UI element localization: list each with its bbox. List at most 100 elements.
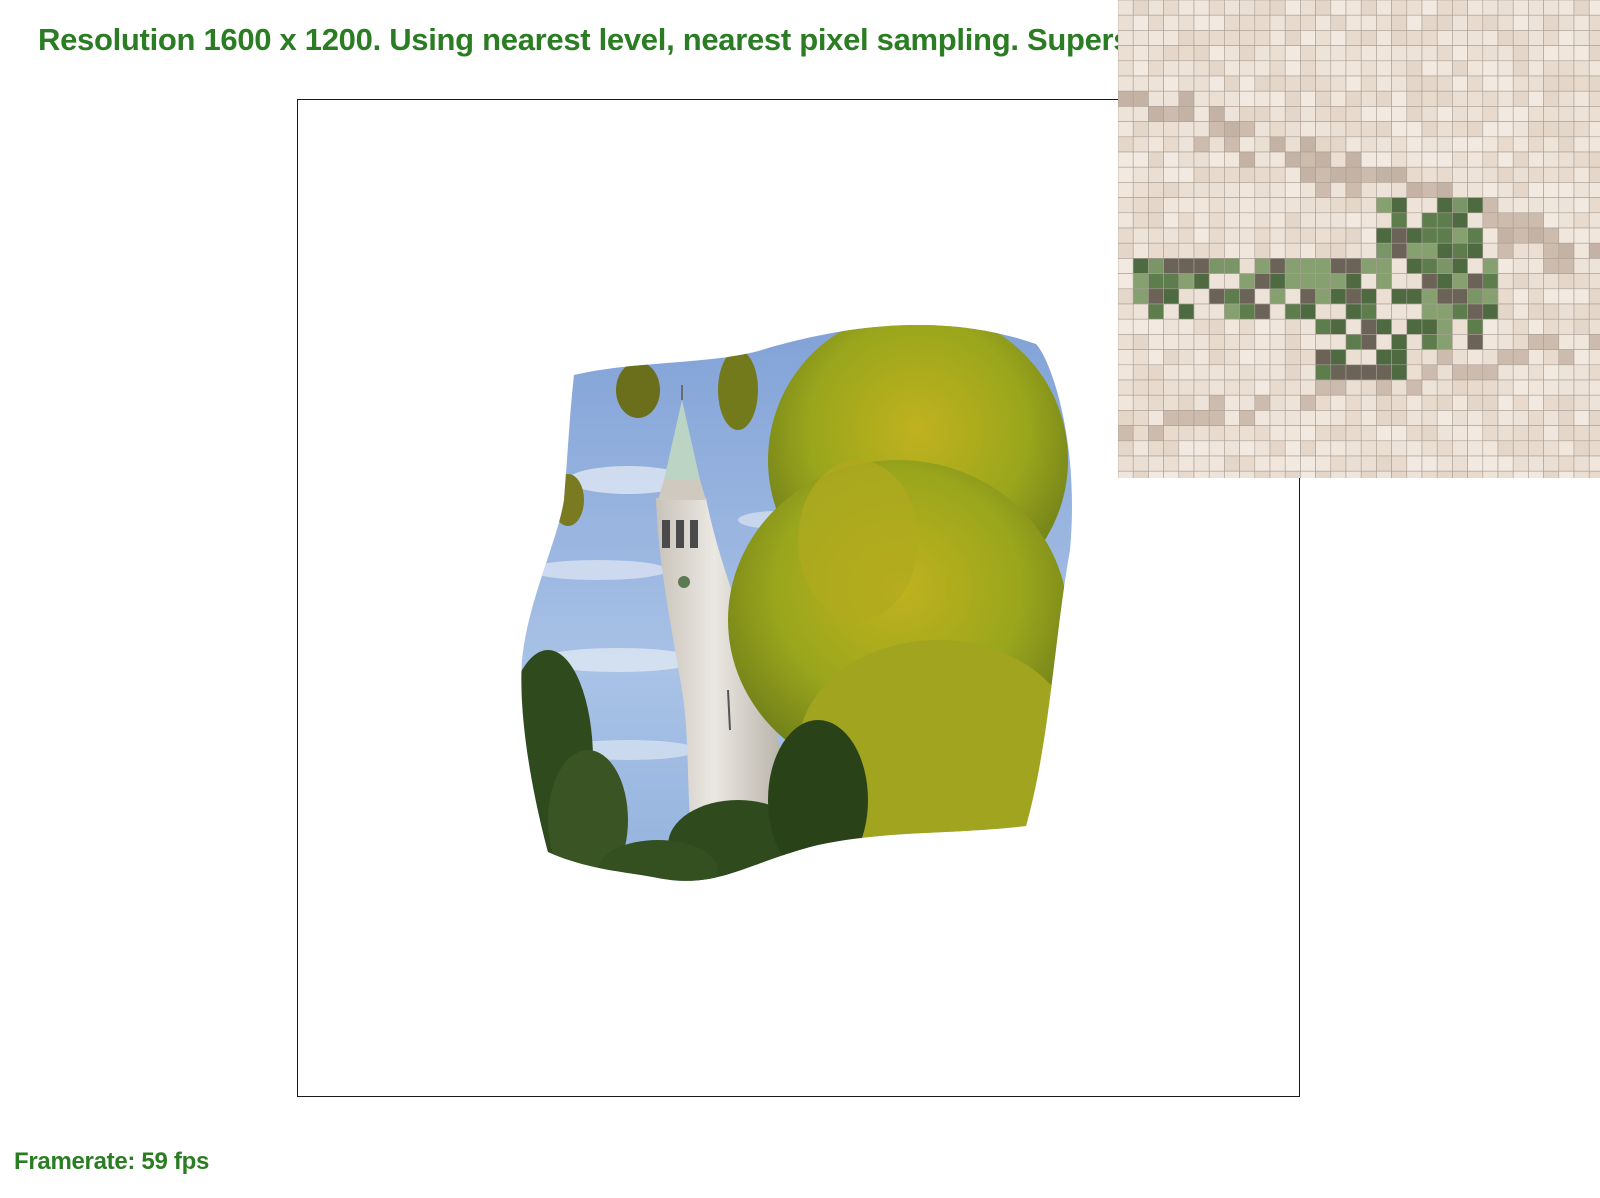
zoom-pixel xyxy=(1543,90,1560,107)
zoom-pixel xyxy=(1482,455,1499,472)
zoom-pixel xyxy=(1543,212,1560,229)
zoom-pixel xyxy=(1178,425,1195,442)
zoom-pixel xyxy=(1588,0,1600,16)
zoom-pixel xyxy=(1269,364,1286,381)
zoom-pixel xyxy=(1254,258,1271,274)
zoom-pixel xyxy=(1543,394,1560,411)
zoom-pixel xyxy=(1239,45,1256,62)
zoom-pixel xyxy=(1512,90,1529,107)
zoom-pixel xyxy=(1239,440,1256,457)
zoom-pixel xyxy=(1239,425,1256,442)
zoom-pixel xyxy=(1421,334,1438,350)
zoom-pixel xyxy=(1178,394,1195,411)
zoom-pixel xyxy=(1360,318,1377,335)
zoom-pixel xyxy=(1330,455,1347,472)
zoom-pixel xyxy=(1269,106,1286,122)
zoom-pixel xyxy=(1573,303,1590,320)
zoom-pixel xyxy=(1284,303,1301,320)
zoom-pixel xyxy=(1588,364,1600,381)
zoom-pixel xyxy=(1330,273,1347,290)
zoom-pixel xyxy=(1467,0,1484,16)
zoom-pixel xyxy=(1254,151,1271,168)
zoom-pixel xyxy=(1543,227,1560,244)
zoom-pixel xyxy=(1315,364,1332,381)
zoom-pixel xyxy=(1345,0,1362,16)
zoom-pixel xyxy=(1284,379,1301,396)
zoom-pixel xyxy=(1178,455,1195,472)
zoom-pixel xyxy=(1330,364,1347,381)
zoom-pixel xyxy=(1452,212,1468,229)
zoom-pixel xyxy=(1284,75,1301,92)
zoom-pixel xyxy=(1269,440,1286,457)
zoom-pixel xyxy=(1254,0,1271,16)
zoom-pixel xyxy=(1300,425,1316,442)
zoom-pixel xyxy=(1573,182,1590,198)
zoom-pixel xyxy=(1224,364,1240,381)
framerate-text: Framerate: 59 fps xyxy=(14,1148,209,1175)
zoom-pixel xyxy=(1345,318,1362,335)
zoom-pixel xyxy=(1269,75,1286,92)
zoom-pixel xyxy=(1360,166,1377,183)
zoom-pixel xyxy=(1345,121,1362,138)
zoom-pixel xyxy=(1269,212,1286,229)
zoom-pixel xyxy=(1148,182,1164,198)
zoom-pixel xyxy=(1588,425,1600,442)
zoom-pixel xyxy=(1376,136,1392,153)
zoom-pixel xyxy=(1391,379,1408,396)
zoom-pixel xyxy=(1284,364,1301,381)
zoom-pixel xyxy=(1193,45,1210,62)
zoom-pixel xyxy=(1452,455,1468,472)
zoom-pixel xyxy=(1543,455,1560,472)
zoom-pixel xyxy=(1345,455,1362,472)
zoom-pixel xyxy=(1300,197,1316,214)
zoom-pixel xyxy=(1467,106,1484,122)
zoom-pixel xyxy=(1330,258,1347,274)
zoom-pixel xyxy=(1588,60,1600,77)
zoom-pixel xyxy=(1345,303,1362,320)
zoom-pixel xyxy=(1436,334,1453,350)
zoom-pixel xyxy=(1573,258,1590,274)
zoom-pixel xyxy=(1178,318,1195,335)
zoom-pixel xyxy=(1467,45,1484,62)
zoom-pixel xyxy=(1284,14,1301,31)
zoom-pixel xyxy=(1421,106,1438,122)
zoom-pixel xyxy=(1315,394,1332,411)
zoom-pixel xyxy=(1193,14,1210,31)
zoom-pixel xyxy=(1543,182,1560,198)
zoom-pixel xyxy=(1269,455,1286,472)
zoom-pixel xyxy=(1512,334,1529,350)
zoom-pixel xyxy=(1132,14,1149,31)
zoom-pixel xyxy=(1588,273,1600,290)
zoom-pixel xyxy=(1452,90,1468,107)
zoom-pixel xyxy=(1588,440,1600,457)
zoom-pixel xyxy=(1284,0,1301,16)
zoom-pixel xyxy=(1148,106,1164,122)
zoom-pixel xyxy=(1300,394,1316,411)
zoom-pixel xyxy=(1467,318,1484,335)
zoom-pixel xyxy=(1421,166,1438,183)
zoom-pixel xyxy=(1178,14,1195,31)
zoom-pixel xyxy=(1436,379,1453,396)
zoom-pixel-grid xyxy=(1118,0,1600,478)
zoom-pixel xyxy=(1300,106,1316,122)
zoom-pixel xyxy=(1330,303,1347,320)
zoom-pixel xyxy=(1330,440,1347,457)
zoom-pixel xyxy=(1163,30,1180,46)
zoom-pixel xyxy=(1573,14,1590,31)
zoom-pixel xyxy=(1421,212,1438,229)
zoom-pixel xyxy=(1452,151,1468,168)
zoom-pixel xyxy=(1163,75,1180,92)
zoom-pixel xyxy=(1193,166,1210,183)
zoom-pixel xyxy=(1284,106,1301,122)
zoom-pixel xyxy=(1421,410,1438,426)
zoom-pixel xyxy=(1558,136,1575,153)
zoom-pixel xyxy=(1528,334,1544,350)
zoom-pixel xyxy=(1436,136,1453,153)
zoom-pixel xyxy=(1406,30,1423,46)
zoom-pixel xyxy=(1163,258,1180,274)
zoom-pixel xyxy=(1239,303,1256,320)
zoom-pixel xyxy=(1284,470,1301,478)
zoom-pixel xyxy=(1573,455,1590,472)
zoom-pixel xyxy=(1284,151,1301,168)
zoom-pixel xyxy=(1315,212,1332,229)
